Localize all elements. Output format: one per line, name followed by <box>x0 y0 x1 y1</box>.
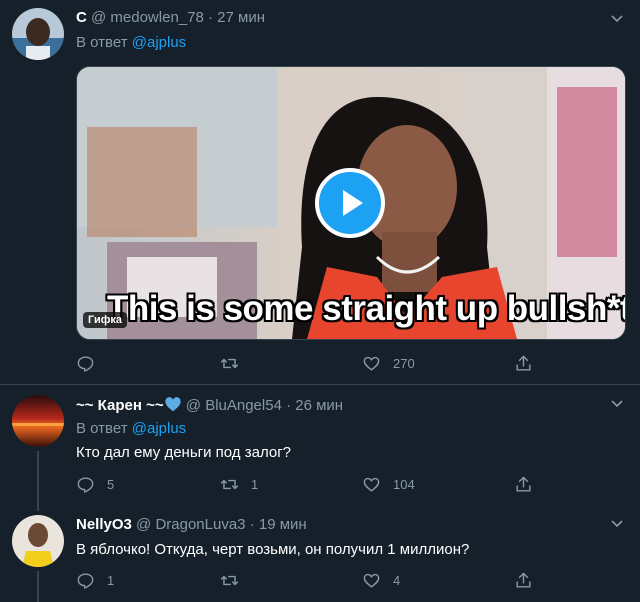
gif-caption: This is some straight up bullsh*t <box>107 289 626 328</box>
like-count: 270 <box>393 355 415 371</box>
play-button[interactable] <box>315 168 385 238</box>
share-action[interactable] <box>514 352 545 374</box>
tweet-actions: 270 <box>76 352 636 374</box>
avatar[interactable] <box>12 395 64 447</box>
timestamp[interactable]: 27 мин <box>217 9 265 26</box>
share-action[interactable] <box>514 473 545 495</box>
caret-down-icon[interactable] <box>610 517 624 531</box>
display-name[interactable]: ~~ Карен ~~ <box>76 397 164 414</box>
tweet-text: Кто дал ему деньги под залог? <box>76 444 292 461</box>
play-icon <box>343 190 363 216</box>
avatar[interactable] <box>12 515 64 567</box>
separator: · <box>249 516 255 533</box>
tweet-2[interactable]: ~~ Карен ~~ @ BluAngel54 · 26 мин В отве… <box>0 385 640 505</box>
like-count: 4 <box>393 572 401 588</box>
caret-down-icon[interactable] <box>610 397 624 411</box>
retweet-action[interactable] <box>220 569 251 591</box>
reply-context: В ответ @ajplus <box>76 420 186 437</box>
display-name[interactable]: C <box>76 9 87 26</box>
reply-icon <box>77 476 94 493</box>
thread-line <box>37 571 39 602</box>
reply-icon <box>77 572 94 589</box>
display-name[interactable]: NellyO3 <box>76 516 132 533</box>
retweet-action[interactable] <box>220 352 251 374</box>
mention-link[interactable]: @ajplus <box>132 420 186 437</box>
retweet-action[interactable]: 1 <box>220 473 258 495</box>
reply-count: 5 <box>107 476 115 492</box>
like-icon <box>363 573 380 588</box>
handle[interactable]: @ BluAngel54 <box>186 397 282 414</box>
timestamp[interactable]: 19 мин <box>259 516 307 533</box>
tweet-text: В яблочко! Откуда, черт возьми, он получ… <box>76 541 470 558</box>
like-count: 104 <box>393 476 415 492</box>
retweet-icon <box>220 479 239 489</box>
gif-badge: Гифка <box>83 312 127 328</box>
share-icon <box>516 355 531 371</box>
reply-icon <box>77 355 94 372</box>
reply-action[interactable] <box>76 352 107 374</box>
tweet-header: NellyO3 @ DragonLuva3 · 19 мин <box>76 516 307 533</box>
reply-prefix: В ответ <box>76 34 128 51</box>
tweet-header: C @ medowlen_78 · 27 мин <box>76 9 265 26</box>
handle[interactable]: @ medowlen_78 <box>91 9 204 26</box>
tweet-actions: 1 4 <box>76 569 636 591</box>
handle[interactable]: @ DragonLuva3 <box>136 516 245 533</box>
timestamp[interactable]: 26 мин <box>295 397 343 414</box>
retweet-icon <box>220 575 239 585</box>
separator: · <box>207 9 213 26</box>
separator: · <box>286 397 292 414</box>
like-action[interactable]: 4 <box>362 569 400 591</box>
share-icon <box>516 476 531 492</box>
retweet-icon <box>220 358 239 368</box>
share-icon <box>516 572 531 588</box>
caret-down-icon[interactable] <box>610 12 624 26</box>
reply-action[interactable]: 5 <box>76 473 114 495</box>
tweet-3[interactable]: NellyO3 @ DragonLuva3 · 19 мин В яблочко… <box>0 505 640 602</box>
reply-count: 1 <box>107 572 115 588</box>
thread-line <box>37 451 39 505</box>
like-action[interactable]: 270 <box>362 352 415 374</box>
like-icon <box>363 356 380 371</box>
tweet-header: ~~ Карен ~~ @ BluAngel54 · 26 мин <box>76 396 343 414</box>
share-action[interactable] <box>514 569 545 591</box>
thread-line <box>37 505 39 511</box>
tweet-1[interactable]: C @ medowlen_78 · 27 мин В ответ @ajplus <box>0 0 640 384</box>
avatar[interactable] <box>12 8 64 60</box>
reply-prefix: В ответ <box>76 420 128 437</box>
like-action[interactable]: 104 <box>362 473 415 495</box>
reply-context: В ответ @ajplus <box>76 34 186 51</box>
gif-media[interactable]: This is some straight up bullsh*t Гифка <box>76 66 626 340</box>
retweet-count: 1 <box>251 476 259 492</box>
mention-link[interactable]: @ajplus <box>132 34 186 51</box>
like-icon <box>363 477 380 492</box>
tweet-actions: 5 1 104 <box>76 473 636 495</box>
blue-heart-icon <box>164 397 181 412</box>
reply-action[interactable]: 1 <box>76 569 114 591</box>
